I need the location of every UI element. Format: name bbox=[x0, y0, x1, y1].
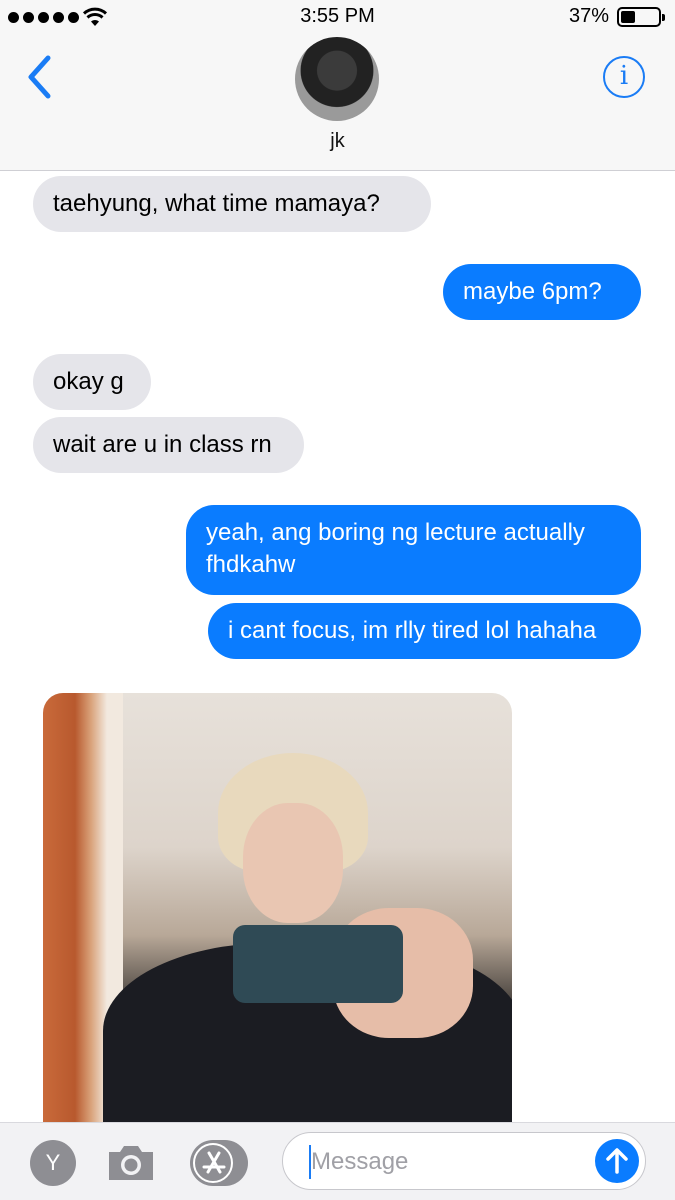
app-store-icon[interactable] bbox=[190, 1140, 248, 1186]
message-bubble-incoming[interactable]: wait are u in class rn bbox=[33, 417, 304, 473]
composer-bar: Y bbox=[0, 1122, 675, 1200]
message-bubble-incoming[interactable]: okay g bbox=[33, 354, 151, 410]
message-bubble-outgoing[interactable]: i cant focus, im rlly tired lol hahaha bbox=[208, 603, 641, 659]
message-bubble-outgoing[interactable]: yeah, ang boring ng lecture actually fhd… bbox=[186, 505, 641, 595]
status-bar: 3:55 PM 37% bbox=[0, 0, 675, 34]
message-bubble-incoming[interactable]: taehyung, what time mamaya? bbox=[33, 176, 431, 232]
photo-message[interactable] bbox=[43, 693, 512, 1133]
send-button[interactable] bbox=[595, 1139, 639, 1183]
conversation-header: jk i bbox=[0, 34, 675, 171]
message-input[interactable] bbox=[311, 1145, 581, 1179]
chevron-left-icon[interactable] bbox=[22, 52, 58, 102]
info-icon[interactable]: i bbox=[603, 56, 645, 98]
battery-percentage: 37% bbox=[568, 5, 609, 27]
avatar[interactable] bbox=[295, 37, 379, 121]
message-bubble-outgoing[interactable]: maybe 6pm? bbox=[443, 264, 641, 320]
battery-icon bbox=[617, 7, 665, 27]
app-drawer-button[interactable]: Y bbox=[30, 1140, 76, 1186]
camera-icon[interactable] bbox=[105, 1142, 157, 1184]
arrow-up-icon bbox=[606, 1148, 628, 1174]
contact-name[interactable]: jk bbox=[0, 130, 675, 153]
message-input-field[interactable] bbox=[282, 1132, 646, 1190]
